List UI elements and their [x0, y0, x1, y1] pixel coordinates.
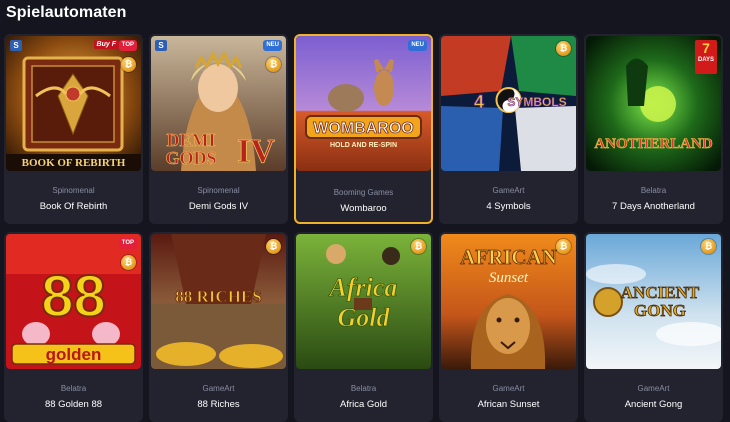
svg-text:SYMBOLS: SYMBOLS [507, 95, 566, 109]
game-provider: GameArt [492, 186, 525, 195]
svg-text:Africa: Africa [328, 273, 398, 302]
new-badge: NEU [408, 40, 427, 51]
game-name[interactable]: 88 Golden 88 [4, 399, 143, 410]
svg-text:4: 4 [474, 92, 484, 112]
spinomenal-logo-icon: S [155, 40, 167, 51]
new-badge: NEU [263, 40, 282, 51]
game-card-4-symbols[interactable]: 4 SYMBOLS ₿ GameArt 4 Symbols [439, 34, 578, 224]
bitcoin-icon: ₿ [556, 41, 571, 56]
game-provider: Spinomenal [52, 186, 95, 195]
svg-text:IV: IV [237, 133, 275, 170]
demi-gods-art: DEMI GODS IV [151, 36, 286, 171]
game-provider: Spinomenal [197, 186, 240, 195]
top-badge: TOP [118, 40, 137, 51]
game-card-7-days-anotherland[interactable]: ANOTHERLAND 7 DAYS Belatra 7 Days Anothe… [584, 34, 723, 224]
game-card-wombaroo[interactable]: WOMBAROO HOLD AND RE-SPIN NEU Booming Ga… [294, 34, 433, 224]
bitcoin-icon: ₿ [121, 57, 136, 72]
game-provider: GameArt [202, 384, 235, 393]
svg-text:ANOTHERLAND: ANOTHERLAND [594, 136, 713, 152]
game-thumbnail[interactable]: AFRICAN Sunset ₿ [441, 234, 576, 369]
game-provider: Booming Games [333, 188, 394, 197]
game-thumbnail[interactable]: WOMBAROO HOLD AND RE-SPIN NEU [296, 36, 431, 171]
svg-text:HOLD AND RE-SPIN: HOLD AND RE-SPIN [330, 142, 397, 149]
game-card-88-riches[interactable]: 88 RICHES ₿ GameArt 88 Riches [149, 232, 288, 422]
game-provider: Belatra [640, 186, 667, 195]
game-name[interactable]: 88 Riches [149, 399, 288, 410]
book-of-rebirth-art: BOOK OF REBIRTH [6, 36, 141, 171]
game-provider: GameArt [637, 384, 670, 393]
game-provider: Belatra [350, 384, 377, 393]
game-card-african-sunset[interactable]: AFRICAN Sunset ₿ GameArt African Sunset [439, 232, 578, 422]
game-provider: Belatra [60, 384, 87, 393]
seven-days-label: 7 DAYS [695, 40, 717, 74]
game-name[interactable]: 7 Days Anotherland [584, 201, 723, 212]
svg-text:ANCIENT: ANCIENT [621, 283, 700, 302]
section-title: Spielautomaten [6, 4, 127, 21]
four-symbols-art: 4 SYMBOLS [441, 36, 576, 171]
svg-text:Sunset: Sunset [489, 270, 529, 286]
african-sunset-art: AFRICAN Sunset [441, 234, 576, 369]
spinomenal-logo-icon: S [10, 40, 22, 51]
game-thumbnail[interactable]: ANOTHERLAND 7 DAYS [586, 36, 721, 171]
88-riches-art: 88 RICHES [151, 234, 286, 369]
svg-text:golden: golden [46, 345, 102, 364]
game-provider: GameArt [492, 384, 525, 393]
wombaroo-art: WOMBAROO HOLD AND RE-SPIN [296, 36, 431, 171]
game-card-demi-gods-iv[interactable]: DEMI GODS IV S NEU ₿ Spinomenal Demi God… [149, 34, 288, 224]
game-name[interactable]: Ancient Gong [584, 399, 723, 410]
game-name[interactable]: 4 Symbols [439, 201, 578, 212]
game-thumbnail[interactable]: BOOK OF REBIRTH S Buy F TOP ₿ [6, 36, 141, 171]
svg-text:BOOK OF REBIRTH: BOOK OF REBIRTH [22, 157, 126, 169]
game-name[interactable]: Wombaroo [296, 203, 431, 214]
bitcoin-icon: ₿ [121, 255, 136, 270]
ancient-gong-art: ANCIENT GONG [586, 234, 721, 369]
svg-text:WOMBAROO: WOMBAROO [313, 120, 413, 137]
buy-feature-label: Buy F [93, 40, 119, 49]
svg-text:GODS: GODS [165, 148, 216, 168]
bitcoin-icon: ₿ [556, 239, 571, 254]
game-card-book-of-rebirth[interactable]: BOOK OF REBIRTH S Buy F TOP ₿ Spinomenal… [4, 34, 143, 224]
svg-text:88: 88 [41, 264, 106, 329]
game-card-88-golden-88[interactable]: 88 golden TOP ₿ Belatra 88 Golden 88 [4, 232, 143, 422]
svg-text:GONG: GONG [634, 301, 686, 320]
game-thumbnail[interactable]: 4 SYMBOLS ₿ [441, 36, 576, 171]
svg-text:AFRICAN: AFRICAN [460, 245, 557, 269]
bitcoin-icon: ₿ [266, 57, 281, 72]
game-thumbnail[interactable]: 88 golden TOP ₿ [6, 234, 141, 369]
game-name[interactable]: African Sunset [439, 399, 578, 410]
game-name[interactable]: Demi Gods IV [149, 201, 288, 212]
game-thumbnail[interactable]: Africa Gold ₿ [296, 234, 431, 369]
game-grid: BOOK OF REBIRTH S Buy F TOP ₿ Spinomenal… [4, 34, 723, 422]
game-card-ancient-gong[interactable]: ANCIENT GONG ₿ GameArt Ancient Gong [584, 232, 723, 422]
svg-text:DEMI: DEMI [167, 130, 216, 150]
svg-text:88 RICHES: 88 RICHES [175, 287, 261, 306]
bitcoin-icon: ₿ [266, 239, 281, 254]
game-card-africa-gold[interactable]: Africa Gold ₿ Belatra Africa Gold [294, 232, 433, 422]
bitcoin-icon: ₿ [701, 239, 716, 254]
bitcoin-icon: ₿ [411, 239, 426, 254]
game-name[interactable]: Book Of Rebirth [4, 201, 143, 212]
88-golden-art: 88 golden [6, 234, 141, 369]
game-thumbnail[interactable]: DEMI GODS IV S NEU ₿ [151, 36, 286, 171]
game-name[interactable]: Africa Gold [294, 399, 433, 410]
top-badge: TOP [118, 238, 137, 249]
game-thumbnail[interactable]: 88 RICHES ₿ [151, 234, 286, 369]
africa-gold-art: Africa Gold [296, 234, 431, 369]
game-thumbnail[interactable]: ANCIENT GONG ₿ [586, 234, 721, 369]
